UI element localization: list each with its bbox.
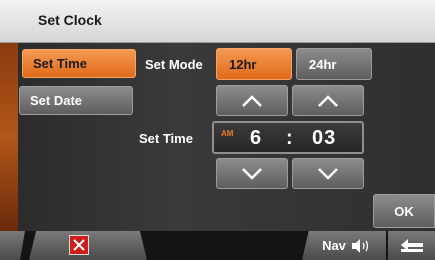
title-bar: Set Clock — [0, 0, 435, 43]
chevron-down-icon — [242, 167, 262, 180]
chevron-down-icon — [318, 167, 338, 180]
set-mode-label: Set Mode — [145, 57, 203, 72]
tab-set-time-label: Set Time — [33, 56, 87, 71]
hour-up-button[interactable] — [216, 85, 288, 116]
left-edge-decoration — [0, 43, 18, 231]
cancel-button[interactable] — [69, 235, 89, 255]
nav-button[interactable]: Nav — [302, 231, 386, 260]
page-title: Set Clock — [38, 12, 102, 28]
ampm-indicator: AM — [221, 129, 234, 138]
back-arrow-icon — [400, 238, 423, 252]
close-icon — [73, 239, 85, 251]
tab-set-date-label: Set Date — [30, 93, 83, 108]
back-button[interactable] — [388, 231, 435, 260]
hour-down-button[interactable] — [216, 158, 288, 189]
mode-24hr-label: 24hr — [309, 56, 337, 72]
mode-12hr-button[interactable]: 12hr — [216, 48, 292, 80]
tab-set-date[interactable]: Set Date — [19, 86, 133, 115]
ok-label: OK — [394, 203, 414, 219]
mode-24hr-button[interactable]: 24hr — [296, 48, 372, 80]
set-time-label: Set Time — [139, 131, 193, 146]
chevron-up-icon — [318, 94, 338, 107]
chevron-up-icon — [242, 94, 262, 107]
time-display: AM 6 : 03 — [212, 121, 364, 154]
mode-12hr-label: 12hr — [229, 56, 257, 72]
time-separator: : — [286, 127, 293, 149]
ok-button[interactable]: OK — [373, 194, 435, 228]
minute-up-button[interactable] — [292, 85, 364, 116]
minute-value: 03 — [312, 127, 337, 149]
tab-set-time[interactable]: Set Time — [22, 49, 136, 78]
nav-label: Nav — [322, 238, 346, 253]
set-clock-screen: Set Clock Set Time Set Date Set Mode 12h… — [0, 0, 435, 260]
hour-value: 6 — [250, 127, 262, 149]
minute-down-button[interactable] — [292, 158, 364, 189]
speaker-icon — [351, 238, 369, 253]
